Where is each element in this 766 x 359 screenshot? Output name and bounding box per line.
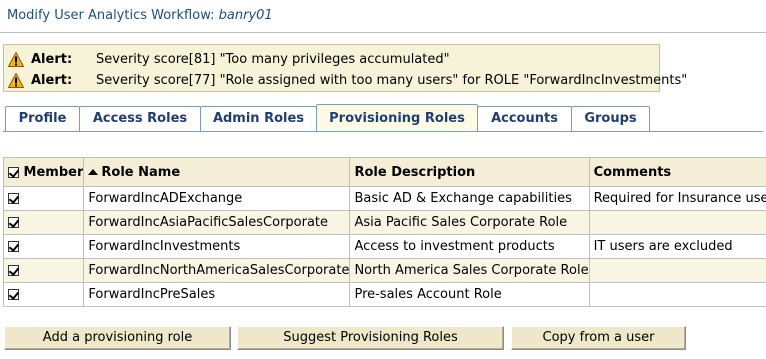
role-description-cell: Pre-sales Account Role	[349, 282, 590, 307]
role-name-header-label: Role Name	[101, 164, 181, 180]
alert-text: Severity score[81] "Too many privileges …	[96, 51, 450, 67]
tab-groups[interactable]: Groups	[571, 106, 650, 131]
role-description-column-header: Role Description	[349, 157, 590, 187]
member-checkbox[interactable]	[8, 217, 19, 228]
tab-access-roles[interactable]: Access Roles	[79, 106, 201, 131]
role-name-cell: ForwardIncADExchange	[83, 186, 351, 211]
select-all-checkbox[interactable]	[8, 166, 19, 178]
role-description-cell: Asia Pacific Sales Corporate Role	[349, 210, 590, 235]
add-provisioning-role-button[interactable]: Add a provisioning role	[4, 326, 231, 350]
member-cell	[2, 186, 85, 211]
alert-text: Severity score[77] "Role assigned with t…	[96, 72, 688, 88]
role-name-cell: ForwardIncPreSales	[83, 282, 351, 307]
alert-label: Alert:	[31, 72, 73, 88]
member-checkbox[interactable]	[8, 265, 19, 276]
member-cell	[2, 258, 85, 283]
alert-item: Alert: Severity score[81] "Too many priv…	[8, 49, 450, 69]
role-name-cell: ForwardIncInvestments	[83, 234, 351, 259]
member-cell	[2, 282, 85, 307]
table-row: ForwardIncAsiaPacificSalesCorporate Asia…	[2, 210, 766, 235]
comments-cell	[588, 282, 766, 307]
role-name-column-header[interactable]: Role Name	[83, 157, 351, 187]
member-checkbox[interactable]	[8, 193, 19, 204]
member-cell	[2, 210, 85, 235]
sort-ascending-icon	[88, 169, 99, 175]
comments-cell	[588, 210, 766, 235]
page-title-prefix: Modify User Analytics Workflow:	[7, 8, 215, 23]
table-row: ForwardIncADExchange Basic AD & Exchange…	[2, 186, 766, 211]
tab-provisioning-roles[interactable]: Provisioning Roles	[316, 104, 478, 131]
comments-cell	[588, 258, 766, 283]
member-checkbox[interactable]	[8, 241, 19, 252]
role-description-cell: North America Sales Corporate Role	[349, 258, 590, 283]
warning-icon	[8, 51, 24, 67]
tab-divider	[3, 131, 763, 132]
table-row: ForwardIncNorthAmericaSalesCorporate Nor…	[2, 258, 766, 283]
table-row: ForwardIncInvestments Access to investme…	[2, 234, 766, 259]
role-description-header-label: Role Description	[354, 164, 476, 180]
title-divider	[0, 32, 766, 33]
role-description-cell: Access to investment products	[349, 234, 590, 259]
comments-cell: IT users are excluded	[588, 234, 766, 259]
tab-profile[interactable]: Profile	[5, 106, 80, 131]
suggest-provisioning-roles-button[interactable]: Suggest Provisioning Roles	[237, 326, 504, 350]
member-column-header: Member	[2, 157, 85, 187]
table-header-row: Member Role Name Role Description Commen…	[2, 157, 766, 187]
page-title-user: banry01	[218, 8, 273, 23]
warning-icon	[8, 72, 24, 88]
comments-cell: Required for Insurance users	[588, 186, 766, 211]
role-name-cell: ForwardIncAsiaPacificSalesCorporate	[83, 210, 351, 235]
alert-label: Alert:	[31, 51, 73, 67]
alerts-panel: Alert: Severity score[81] "Too many priv…	[3, 44, 687, 92]
comments-header-label: Comments	[593, 164, 672, 180]
table-row: ForwardIncPreSales Pre-sales Account Rol…	[2, 282, 766, 307]
member-cell	[2, 234, 85, 259]
copy-from-user-button[interactable]: Copy from a user	[511, 326, 686, 350]
tab-admin-roles[interactable]: Admin Roles	[200, 106, 317, 131]
alert-item: Alert: Severity score[77] "Role assigned…	[8, 70, 687, 90]
comments-column-header: Comments	[588, 157, 766, 187]
tab-accounts[interactable]: Accounts	[477, 106, 572, 131]
provisioning-roles-table: Member Role Name Role Description Commen…	[2, 157, 766, 307]
member-header-label: Member	[23, 164, 84, 180]
member-checkbox[interactable]	[8, 289, 19, 300]
role-name-cell: ForwardIncNorthAmericaSalesCorporate	[83, 258, 351, 283]
role-description-cell: Basic AD & Exchange capabilities	[349, 186, 590, 211]
page-title: Modify User Analytics Workflow: banry01	[7, 8, 273, 23]
